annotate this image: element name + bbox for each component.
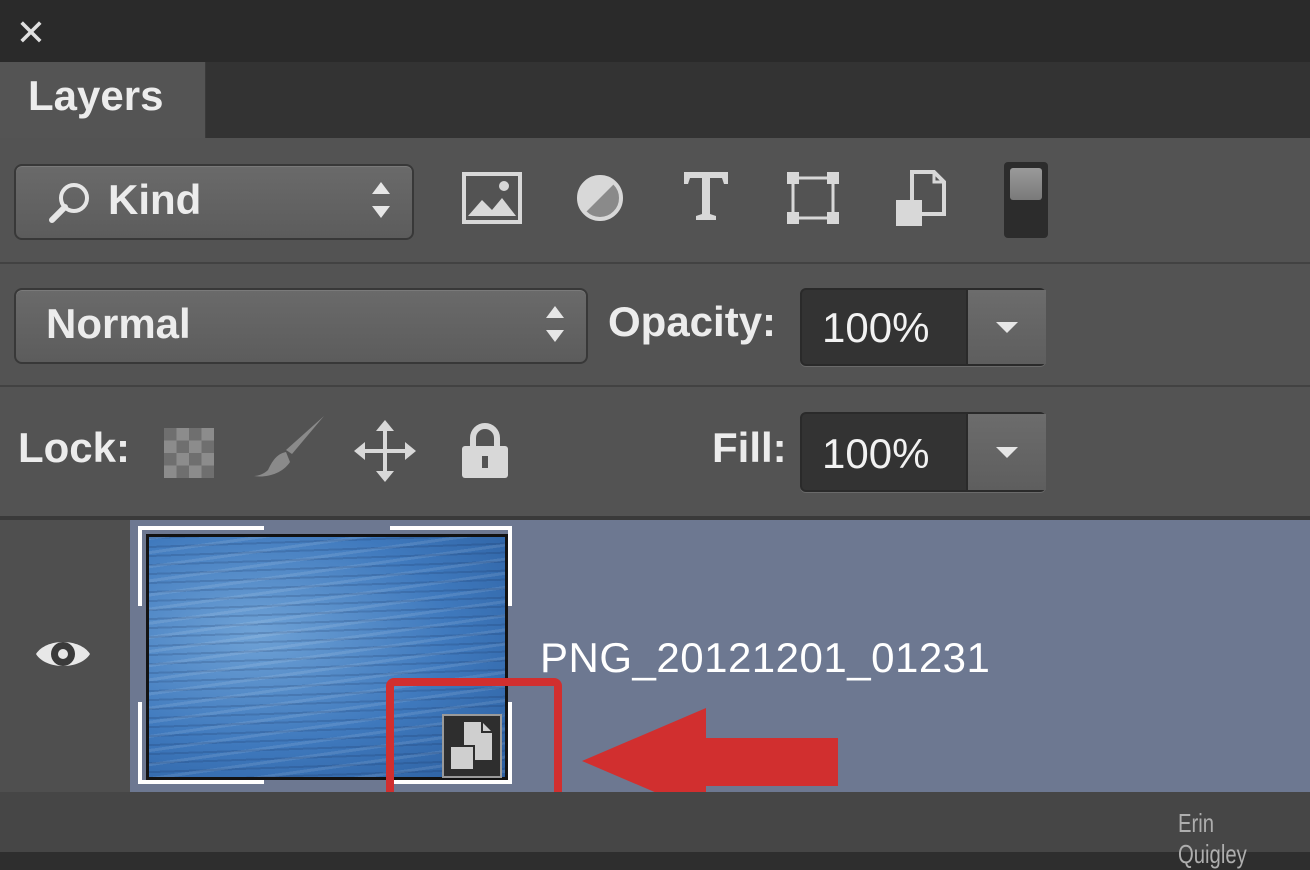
watermark: Erin Quigley	[1178, 808, 1247, 869]
type-filter-icon[interactable]	[680, 168, 732, 224]
panel-title-bar	[0, 0, 1310, 62]
filter-toggle-switch[interactable]	[1004, 162, 1048, 238]
toggle-knob	[1010, 168, 1042, 200]
panel-footer	[0, 792, 1310, 852]
layer-name[interactable]: PNG_20121201_01231	[540, 634, 990, 682]
tab-layers-label: Layers	[28, 72, 164, 119]
search-icon	[49, 183, 89, 223]
fill-value[interactable]: 100%	[822, 430, 929, 478]
updown-arrows-icon	[544, 302, 564, 346]
lock-label: Lock:	[18, 424, 131, 471]
chevron-down-icon	[996, 322, 1018, 333]
lock-all-icon[interactable]	[458, 420, 512, 480]
blend-mode-value: Normal	[46, 300, 191, 347]
opacity-dropdown-button[interactable]	[966, 290, 1046, 364]
divider	[0, 262, 1310, 264]
fill-label: Fill:	[712, 424, 787, 471]
image-filter-icon[interactable]	[460, 170, 524, 226]
filter-kind-select[interactable]: Kind	[14, 164, 414, 240]
lock-position-icon[interactable]	[354, 420, 416, 482]
fill-field[interactable]: 100%	[800, 412, 1046, 492]
shape-filter-icon[interactable]	[784, 170, 842, 226]
filter-kind-label: Kind	[108, 176, 202, 223]
close-icon[interactable]: ✕	[14, 12, 48, 54]
opacity-field[interactable]: 100%	[800, 288, 1046, 366]
smart-object-filter-icon[interactable]	[892, 170, 948, 230]
adjustment-filter-icon[interactable]	[574, 172, 626, 224]
updown-arrows-icon	[370, 178, 390, 222]
lock-image-pixels-icon[interactable]	[252, 414, 328, 480]
opacity-value[interactable]: 100%	[822, 304, 929, 352]
divider	[0, 385, 1310, 387]
opacity-label: Opacity:	[608, 298, 777, 345]
eye-visibility-icon[interactable]	[34, 634, 92, 674]
blend-mode-select[interactable]: Normal	[14, 288, 588, 364]
chevron-down-icon	[996, 447, 1018, 458]
fill-dropdown-button[interactable]	[966, 414, 1046, 490]
lock-transparent-pixels-icon[interactable]	[164, 428, 214, 478]
